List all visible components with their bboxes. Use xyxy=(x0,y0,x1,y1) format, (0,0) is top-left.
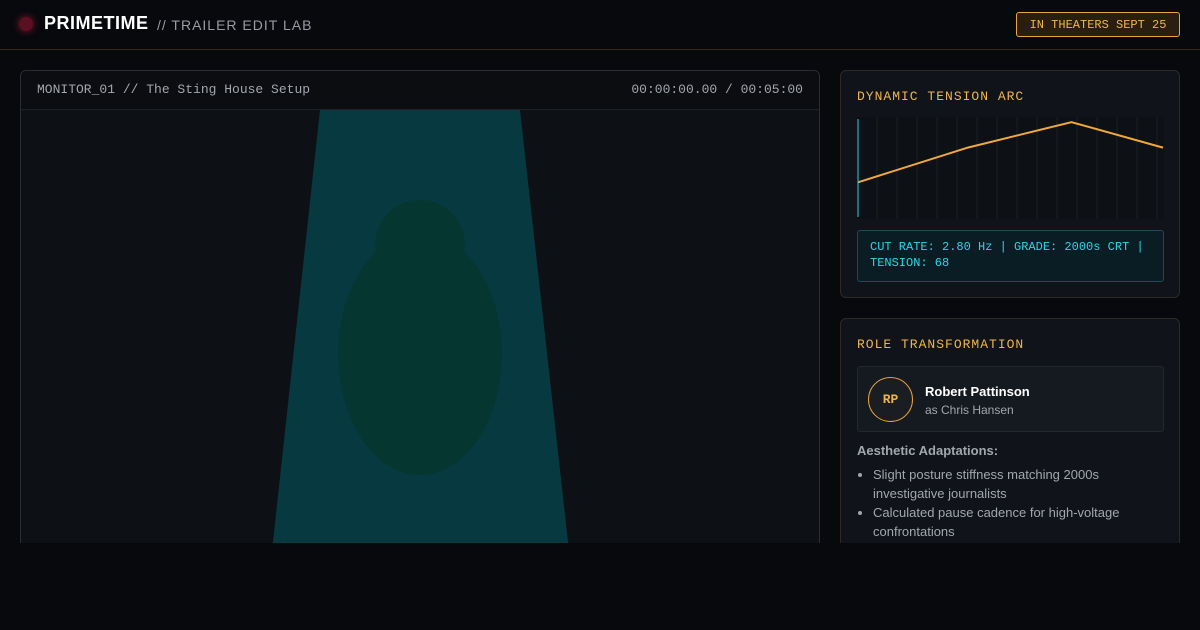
preview-monitor[interactable]: MONITOR_01 // The Sting House Setup 00:0… xyxy=(20,70,820,550)
tension-arc-panel: DYNAMIC TENSION ARC CUT RATE: 2.80 Hz | … xyxy=(840,70,1180,298)
actor-name: Robert Pattinson xyxy=(925,384,1030,399)
tension-panel-title: DYNAMIC TENSION ARC xyxy=(857,89,1025,104)
role-panel-title: ROLE TRANSFORMATION xyxy=(857,337,1025,352)
character-name: as Chris Hansen xyxy=(925,403,1014,417)
adaptations-list: Slight posture stiffness matching 2000s … xyxy=(873,465,1163,541)
actor-card[interactable]: RP Robert Pattinson as Chris Hansen xyxy=(857,366,1164,432)
record-indicator-icon xyxy=(19,17,33,31)
monitor-header: MONITOR_01 // The Sting House Setup 00:0… xyxy=(21,71,819,110)
tension-readout: CUT RATE: 2.80 Hz | GRADE: 2000s CRT | T… xyxy=(857,230,1164,282)
tension-arc-chart[interactable] xyxy=(857,117,1164,219)
adaptations-heading: Aesthetic Adaptations: xyxy=(857,443,999,458)
top-bar: PRIMETIME // TRAILER EDIT LAB IN THEATER… xyxy=(0,0,1200,50)
list-item: Calculated pause cadence for high-voltag… xyxy=(873,503,1163,541)
monitor-title: MONITOR_01 // The Sting House Setup xyxy=(37,82,311,97)
avatar: RP xyxy=(868,377,913,422)
page-bottom-area xyxy=(0,543,1200,630)
brand-logo: PRIMETIME xyxy=(44,13,149,33)
monitor-timecode: 00:00:00.00 / 00:05:00 xyxy=(631,82,803,97)
video-frame[interactable] xyxy=(21,110,820,550)
brand-subtitle: // TRAILER EDIT LAB xyxy=(157,17,313,33)
figure-head-silhouette xyxy=(375,200,465,290)
list-item: Slight posture stiffness matching 2000s … xyxy=(873,465,1163,503)
role-transformation-panel: ROLE TRANSFORMATION RP Robert Pattinson … xyxy=(840,318,1180,558)
release-badge: IN THEATERS SEPT 25 xyxy=(1016,12,1180,37)
